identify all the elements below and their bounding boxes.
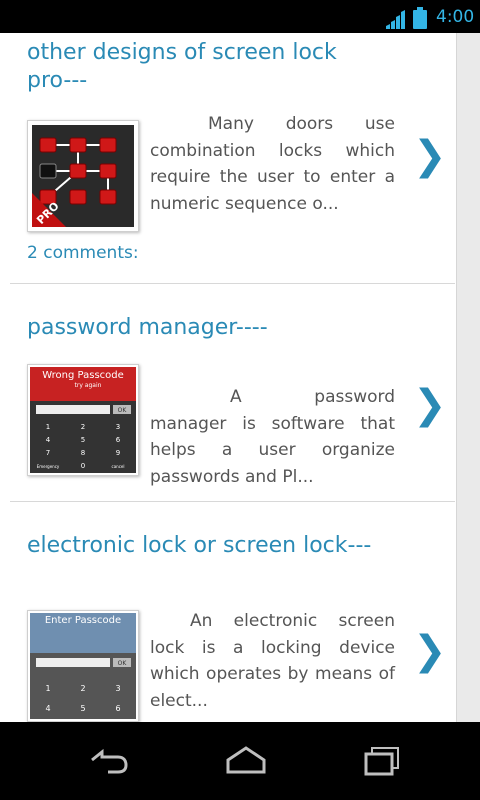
chevron-right-icon[interactable]: ❯ xyxy=(413,133,447,179)
svg-text:8: 8 xyxy=(81,449,85,457)
post-excerpt: A password manager is software that help… xyxy=(150,384,395,490)
svg-text:9: 9 xyxy=(116,449,120,457)
navigation-bar xyxy=(0,722,480,800)
signal-icon xyxy=(386,10,405,29)
home-icon[interactable] xyxy=(222,740,270,780)
recents-icon[interactable] xyxy=(360,740,408,780)
post-excerpt-text: An electronic screen lock is a locking d… xyxy=(150,611,395,711)
svg-text:2: 2 xyxy=(81,423,85,431)
post-thumbnail[interactable]: PRO xyxy=(27,120,139,232)
scrollbar[interactable]: ▲ ▼ xyxy=(456,33,480,722)
svg-text:6: 6 xyxy=(115,704,120,713)
svg-text:7: 7 xyxy=(46,449,50,457)
svg-text:4: 4 xyxy=(46,436,51,444)
svg-text:1: 1 xyxy=(46,423,50,431)
post-list[interactable]: other designs of screen lock pro--- PRO … xyxy=(0,33,480,722)
post-excerpt-text: A password manager is software that help… xyxy=(150,387,395,487)
svg-text:6: 6 xyxy=(116,436,121,444)
svg-text:Enter Passcode: Enter Passcode xyxy=(45,615,121,626)
svg-text:OK: OK xyxy=(118,660,128,667)
chevron-right-icon[interactable]: ❯ xyxy=(413,628,447,674)
svg-text:5: 5 xyxy=(81,436,85,444)
passcode-screen-thumbnail: Enter Passcode OK 1 2 3 4 5 6 xyxy=(30,613,136,719)
svg-text:3: 3 xyxy=(115,684,120,693)
post-excerpt-text: Many doors use combination locks which r… xyxy=(150,114,395,214)
svg-text:3: 3 xyxy=(116,423,120,431)
post-thumbnail[interactable]: Enter Passcode OK 1 2 3 4 5 6 xyxy=(27,610,139,722)
pattern-lock-thumbnail: PRO xyxy=(32,125,134,227)
svg-text:4: 4 xyxy=(45,704,50,713)
status-bar: 4:00 xyxy=(0,0,480,33)
post-item[interactable]: electronic lock or screen lock--- Enter … xyxy=(10,501,455,722)
svg-text:cancel: cancel xyxy=(112,464,125,469)
battery-icon xyxy=(413,7,427,29)
svg-text:2: 2 xyxy=(80,684,85,693)
back-icon[interactable] xyxy=(84,740,132,780)
chevron-right-icon[interactable]: ❯ xyxy=(413,382,447,428)
post-title[interactable]: password manager---- xyxy=(27,314,387,342)
post-excerpt: Many doors use combination locks which r… xyxy=(150,111,395,217)
svg-text:Emergency: Emergency xyxy=(37,464,60,469)
post-title[interactable]: other designs of screen lock pro--- xyxy=(27,39,387,95)
svg-text:0: 0 xyxy=(81,462,85,470)
passcode-keypad-thumbnail: Wrong Passcode try again OK 1 2 3 4 5 6 … xyxy=(30,367,136,473)
post-excerpt: An electronic screen lock is a locking d… xyxy=(150,608,395,714)
svg-text:try again: try again xyxy=(75,382,102,389)
svg-text:1: 1 xyxy=(45,684,50,693)
svg-text:OK: OK xyxy=(118,407,128,414)
comments-link[interactable]: 2 comments: xyxy=(27,243,139,263)
post-thumbnail[interactable]: Wrong Passcode try again OK 1 2 3 4 5 6 … xyxy=(27,364,139,476)
svg-text:5: 5 xyxy=(80,704,85,713)
post-item[interactable]: other designs of screen lock pro--- PRO … xyxy=(10,33,455,283)
clock: 4:00 xyxy=(436,7,475,27)
post-item[interactable]: password manager---- Wrong Passcode try … xyxy=(10,283,455,502)
post-title[interactable]: electronic lock or screen lock--- xyxy=(27,532,387,560)
svg-text:Wrong Passcode: Wrong Passcode xyxy=(42,370,124,381)
